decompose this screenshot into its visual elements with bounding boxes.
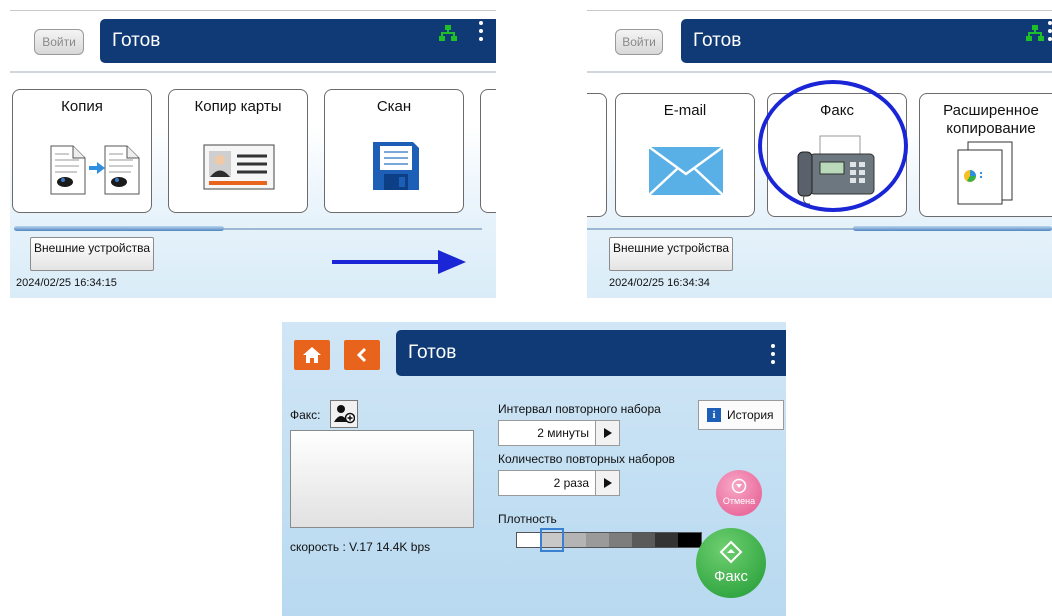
history-button[interactable]: i История [698, 400, 784, 430]
address-book-button[interactable] [330, 400, 358, 428]
tile-scan[interactable]: Скан [324, 89, 464, 213]
stop-icon [731, 478, 747, 494]
play-arrow-icon [603, 428, 612, 438]
density-level-1[interactable] [517, 533, 540, 547]
play-arrow-icon [603, 478, 612, 488]
more-menu-icon[interactable] [478, 21, 484, 45]
tile-copy-label: Копия [61, 98, 103, 115]
status-title: Готов [693, 30, 742, 51]
tile-card-copy-label: Копир карты [194, 98, 282, 115]
redial-count-label: Количество повторных наборов [498, 452, 675, 466]
status-title-bar: Готов [100, 19, 496, 63]
tile-email[interactable]: E-mail [615, 93, 755, 217]
network-icon [439, 25, 457, 41]
density-label: Плотность [498, 512, 557, 526]
redial-count-value: 2 раза [553, 476, 589, 490]
redial-interval-next-button[interactable] [595, 421, 619, 445]
tile-partial-next[interactable] [480, 89, 496, 213]
history-label: История [727, 408, 774, 422]
swipe-arrow-icon [332, 250, 466, 274]
fax-number-field[interactable] [290, 430, 474, 528]
copy-icon [50, 145, 140, 195]
tile-partial-prev[interactable] [587, 93, 607, 217]
status-title-bar: Готов [681, 19, 1052, 63]
timestamp: 2024/02/25 16:34:15 [16, 277, 117, 289]
info-icon: i [707, 408, 721, 422]
scroll-thumb[interactable] [853, 226, 1052, 231]
back-button[interactable] [344, 340, 380, 370]
tile-card-copy[interactable]: Копир карты [168, 89, 308, 213]
external-devices-button[interactable]: Внешние устройства [609, 237, 733, 271]
cancel-button[interactable]: Отмена [716, 470, 762, 516]
home-screen-page-1: Войти Готов Копия Копир карты Скан Внешн… [10, 10, 496, 298]
status-title: Готов [112, 30, 161, 51]
density-level-4[interactable] [586, 533, 609, 547]
density-level-3[interactable] [563, 533, 586, 547]
network-icon [1026, 25, 1044, 41]
back-chevron-icon [356, 347, 367, 363]
density-level-6[interactable] [632, 533, 655, 547]
cancel-label: Отмена [722, 496, 756, 506]
tile-email-label: E-mail [663, 102, 707, 119]
login-button[interactable]: Войти [34, 29, 84, 55]
envelope-icon [648, 146, 724, 196]
status-title-bar: Готов [396, 330, 786, 376]
density-selection-marker [540, 528, 564, 552]
add-contact-icon [334, 405, 355, 424]
home-button[interactable] [294, 340, 330, 370]
connection-speed: скорость : V.17 14.4K bps [290, 540, 431, 554]
more-menu-icon[interactable] [1047, 21, 1052, 45]
scroll-thumb[interactable] [14, 226, 224, 231]
redial-interval-value: 2 минуты [537, 426, 589, 440]
tile-advanced-copy[interactable]: Расширенное копирование [919, 93, 1052, 217]
tile-advanced-copy-label: Расширенное копирование [943, 102, 1039, 137]
start-diamond-icon [719, 540, 743, 564]
home-icon [303, 347, 321, 363]
header-divider [587, 71, 1052, 73]
timestamp: 2024/02/25 16:34:34 [609, 277, 710, 289]
login-button[interactable]: Войти [615, 29, 663, 55]
tile-copy[interactable]: Копия [12, 89, 152, 213]
status-title: Готов [408, 342, 457, 363]
advanced-copy-icon [957, 141, 1013, 205]
tile-scan-label: Скан [376, 98, 412, 115]
redial-count-next-button[interactable] [595, 471, 619, 495]
redial-interval-label: Интервал повторного набора [498, 402, 661, 416]
highlight-circle [758, 80, 908, 212]
floppy-disk-icon [373, 142, 419, 190]
more-menu-icon[interactable] [770, 344, 776, 368]
fax-label: Факс: [290, 408, 321, 422]
fax-screen: Готов Факс: скорость : V.17 14.4K bps Ин… [282, 322, 786, 616]
start-fax-label: Факс [714, 568, 748, 585]
redial-interval-stepper[interactable]: 2 минуты [498, 420, 620, 446]
external-devices-button[interactable]: Внешние устройства [30, 237, 154, 271]
header-divider [10, 71, 496, 73]
start-fax-button[interactable]: Факс [696, 528, 766, 598]
id-card-icon [203, 144, 275, 190]
density-level-7[interactable] [655, 533, 678, 547]
density-level-5[interactable] [609, 533, 632, 547]
redial-count-stepper[interactable]: 2 раза [498, 470, 620, 496]
